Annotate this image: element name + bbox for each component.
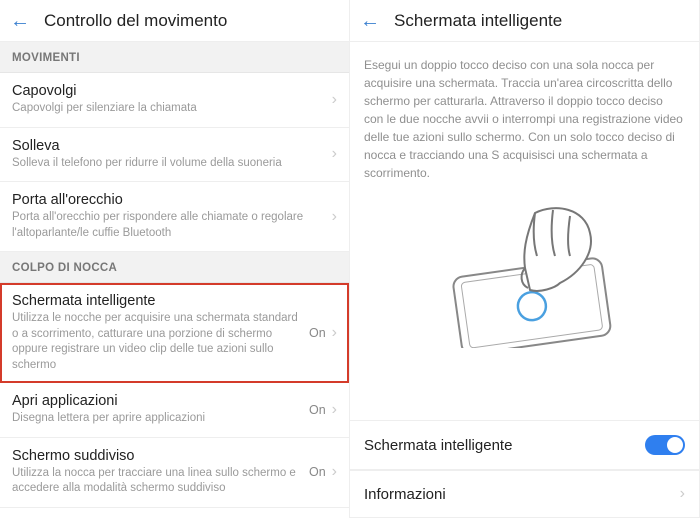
row-desc: Disegna lettera per aprire applicazioni <box>12 411 301 427</box>
smart-screenshot-pane: ← Schermata intelligente Esegui un doppi… <box>350 0 700 518</box>
header-left: ← Controllo del movimento <box>0 0 349 42</box>
intro-text: Esegui un doppio tocco deciso con una so… <box>350 42 699 190</box>
row-schermo-suddiviso[interactable]: Schermo suddiviso Utilizza la nocca per … <box>0 438 349 508</box>
row-status: On <box>309 465 326 479</box>
toggle-label: Schermata intelligente <box>364 437 645 454</box>
row-apri-applicazioni[interactable]: Apri applicazioni Disegna lettera per ap… <box>0 383 349 438</box>
motion-control-pane: ← Controllo del movimento MOVIMENTI Capo… <box>0 0 350 518</box>
row-informazioni[interactable]: Informazioni › <box>350 470 699 518</box>
row-label: Porta all'orecchio <box>12 192 330 208</box>
header-right: ← Schermata intelligente <box>350 0 699 42</box>
row-desc: Capovolgi per silenziare la chiamata <box>12 101 330 117</box>
row-solleva[interactable]: Solleva Solleva il telefono per ridurre … <box>0 128 349 183</box>
chevron-right-icon: › <box>332 463 337 481</box>
row-label: Apri applicazioni <box>12 393 301 409</box>
row-schermata-intelligente[interactable]: Schermata intelligente Utilizza le nocch… <box>0 283 349 383</box>
page-title-right: Schermata intelligente <box>394 11 562 31</box>
row-status: On <box>309 403 326 417</box>
chevron-right-icon: › <box>332 324 337 342</box>
row-desc: Utilizza la nocca per tracciare una line… <box>12 466 301 497</box>
row-label: Solleva <box>12 138 330 154</box>
chevron-right-icon: › <box>332 208 337 226</box>
chevron-right-icon: › <box>332 91 337 109</box>
row-desc: Porta all'orecchio per rispondere alle c… <box>12 210 330 241</box>
row-label: Schermata intelligente <box>12 293 301 309</box>
page-title-left: Controllo del movimento <box>44 11 227 31</box>
row-label: Schermo suddiviso <box>12 448 301 464</box>
section-header-colpo-nocca: COLPO DI NOCCA <box>0 252 349 283</box>
back-arrow-icon[interactable]: ← <box>360 11 380 31</box>
toggle-row-schermata-intelligente[interactable]: Schermata intelligente <box>350 420 699 470</box>
knuckle-gesture-illustration <box>350 190 699 364</box>
chevron-right-icon: › <box>332 145 337 163</box>
chevron-right-icon: › <box>680 485 685 503</box>
section-header-movimenti: MOVIMENTI <box>0 42 349 73</box>
toggle-switch[interactable] <box>645 435 685 455</box>
row-desc: Solleva il telefono per ridurre il volum… <box>12 156 330 172</box>
chevron-right-icon: › <box>332 401 337 419</box>
back-arrow-icon[interactable]: ← <box>10 11 30 31</box>
row-status: On <box>309 326 326 340</box>
row-capovolgi[interactable]: Capovolgi Capovolgi per silenziare la ch… <box>0 73 349 128</box>
row-label: Capovolgi <box>12 83 330 99</box>
info-label: Informazioni <box>364 486 678 503</box>
row-porta-orecchio[interactable]: Porta all'orecchio Porta all'orecchio pe… <box>0 182 349 252</box>
row-desc: Utilizza le nocche per acquisire una sch… <box>12 311 301 373</box>
